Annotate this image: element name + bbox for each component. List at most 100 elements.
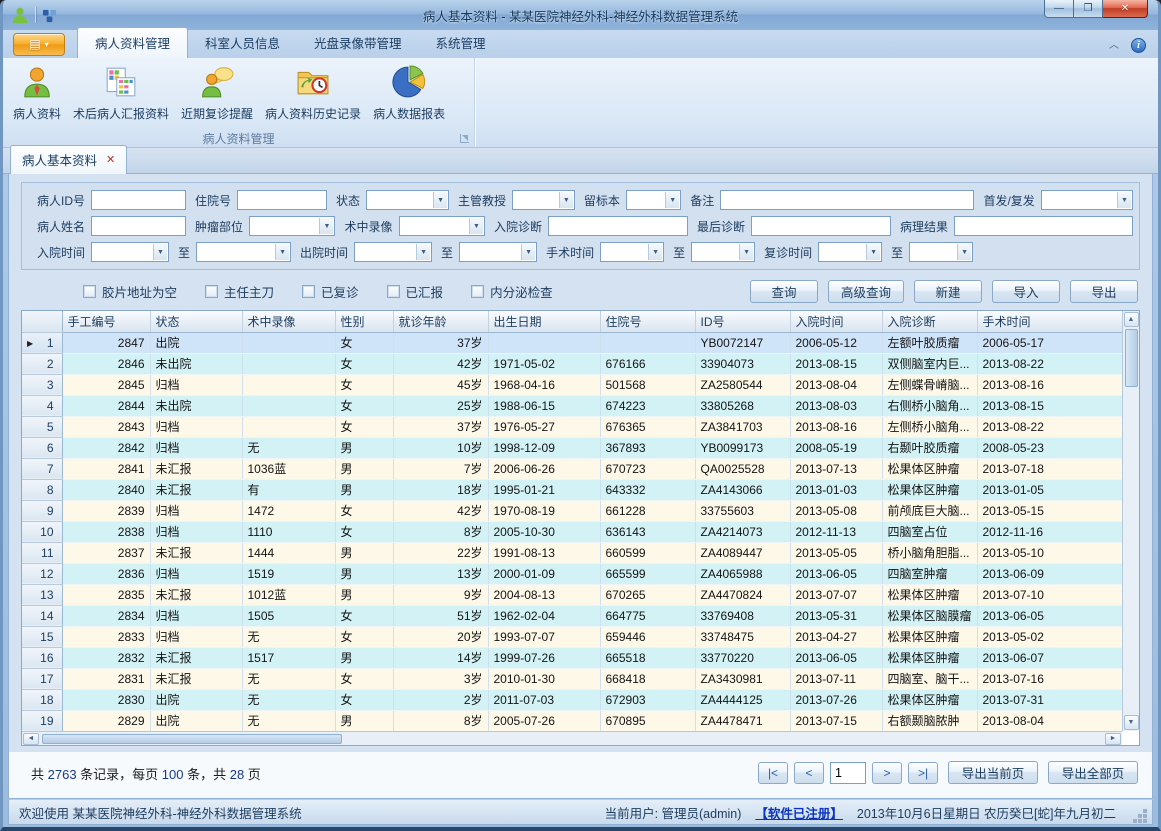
table-row[interactable]: 42844未出院女25岁1988-06-15674223338052682013… <box>22 395 1122 416</box>
export-all-pages-button[interactable]: 导出全部页 <box>1048 761 1138 784</box>
table-row[interactable]: 32845归档女45岁1968-04-16501568ZA25805442013… <box>22 374 1122 395</box>
next-page-button[interactable]: > <box>872 762 902 784</box>
column-header[interactable]: 性别 <box>335 311 393 332</box>
minimize-button[interactable]: — <box>1044 0 1074 18</box>
ribbon-tab[interactable]: 病人资料管理 <box>77 27 188 58</box>
table-row[interactable]: 162832未汇报1517男14岁1999-07-266655183377022… <box>22 647 1122 668</box>
column-header[interactable]: 住院号 <box>600 311 695 332</box>
page-number-input[interactable] <box>830 762 866 784</box>
filter-select[interactable]: ▼ <box>626 190 681 210</box>
filter-select[interactable]: ▼ <box>909 242 973 262</box>
column-header[interactable]: 入院时间 <box>790 311 882 332</box>
checkbox-已复诊[interactable]: 已复诊 <box>302 282 359 301</box>
checkbox-box-icon[interactable] <box>205 285 218 298</box>
table-row[interactable]: 192829出院无男8岁2005-07-26670895ZA4478471201… <box>22 710 1122 731</box>
first-page-button[interactable]: |< <box>758 762 788 784</box>
column-header[interactable]: 出生日期 <box>488 311 600 332</box>
collapse-ribbon-icon[interactable]: ︿ <box>1109 42 1119 50</box>
checkbox-box-icon[interactable] <box>83 285 96 298</box>
checkbox-box-icon[interactable] <box>302 285 315 298</box>
tab-close-icon[interactable]: ✕ <box>106 155 115 165</box>
horizontal-scroll-thumb[interactable] <box>42 734 342 744</box>
row-selector-cell[interactable]: 5 <box>22 416 62 437</box>
table-row[interactable]: 72841未汇报1036蓝男7岁2006-06-26670723QA002552… <box>22 458 1122 479</box>
row-selector-cell[interactable]: 13 <box>22 584 62 605</box>
scroll-down-icon[interactable]: ▼ <box>1124 715 1139 730</box>
filter-input[interactable] <box>751 216 891 236</box>
row-selector-cell[interactable]: 2 <box>22 353 62 374</box>
row-selector-cell[interactable]: 8 <box>22 479 62 500</box>
maximize-button[interactable]: ❐ <box>1074 0 1103 18</box>
vertical-scroll-thumb[interactable] <box>1125 329 1138 387</box>
row-selector-cell[interactable]: 7 <box>22 458 62 479</box>
filter-input[interactable] <box>720 190 974 210</box>
column-header[interactable]: 入院诊断 <box>882 311 977 332</box>
ribbon-tab[interactable]: 科室人员信息 <box>188 28 297 58</box>
prev-page-button[interactable]: < <box>794 762 824 784</box>
row-selector-cell[interactable]: 4 <box>22 395 62 416</box>
ribbon-button-postop-report[interactable]: 术后病人汇报资料 <box>67 61 175 130</box>
row-selector-cell[interactable]: 19 <box>22 710 62 731</box>
query-button[interactable]: 查询 <box>750 280 818 303</box>
filter-select[interactable]: ▼ <box>1041 190 1133 210</box>
filter-select[interactable]: ▼ <box>91 242 169 262</box>
row-selector-cell[interactable]: 15 <box>22 626 62 647</box>
table-row[interactable]: 22846未出院女42岁1971-05-02676166339040732013… <box>22 353 1122 374</box>
checkbox-内分泌检查[interactable]: 内分泌检查 <box>471 282 553 301</box>
export-button[interactable]: 导出 <box>1070 280 1138 303</box>
advanced-query-button[interactable]: 高级查询 <box>828 280 904 303</box>
table-row[interactable]: 152833归档无女20岁1993-07-0765944633748475201… <box>22 626 1122 647</box>
checkbox-胶片地址为空[interactable]: 胶片地址为空 <box>83 282 177 301</box>
vertical-scrollbar[interactable]: ▲ ▼ <box>1122 311 1139 731</box>
row-selector-cell[interactable]: 18 <box>22 689 62 710</box>
column-header[interactable]: 就诊年龄 <box>393 311 488 332</box>
table-row[interactable]: 182830出院无女2岁2011-07-03672903ZA4444125201… <box>22 689 1122 710</box>
scroll-left-icon[interactable]: ◄ <box>23 733 39 745</box>
filter-input[interactable] <box>237 190 327 210</box>
table-row[interactable]: 62842归档无男10岁1998-12-09367893YB0099173200… <box>22 437 1122 458</box>
quick-access-layout-icon[interactable] <box>42 8 57 23</box>
column-header[interactable]: 状态 <box>150 311 242 332</box>
scroll-up-icon[interactable]: ▲ <box>1124 312 1139 327</box>
table-row[interactable]: 142834归档1505女51岁1962-02-0466477533769408… <box>22 605 1122 626</box>
last-page-button[interactable]: >| <box>908 762 938 784</box>
row-selector-cell[interactable]: ▶1 <box>22 332 62 353</box>
checkbox-主任主刀[interactable]: 主任主刀 <box>205 282 274 301</box>
table-row[interactable]: 112837未汇报1444男22岁1991-08-13660599ZA40894… <box>22 542 1122 563</box>
column-header[interactable]: 手工编号 <box>62 311 150 332</box>
close-button[interactable]: ✕ <box>1103 0 1148 18</box>
filter-select[interactable]: ▼ <box>399 216 485 236</box>
table-row[interactable]: ▶12847出院女37岁YB00721472006-05-12左额叶胶质瘤200… <box>22 332 1122 353</box>
filter-select[interactable]: ▼ <box>196 242 291 262</box>
table-row[interactable]: 82840未汇报有男18岁1995-01-21643332ZA414306620… <box>22 479 1122 500</box>
checkbox-box-icon[interactable] <box>387 285 400 298</box>
table-row[interactable]: 132835未汇报1012蓝男9岁2004-08-13670265ZA44708… <box>22 584 1122 605</box>
ribbon-tab[interactable]: 光盘录像带管理 <box>297 28 419 58</box>
filter-input[interactable] <box>91 190 186 210</box>
resize-grip-icon[interactable] <box>1138 814 1142 818</box>
row-selector-cell[interactable]: 16 <box>22 647 62 668</box>
table-row[interactable]: 122836归档1519男13岁2000-01-09665599ZA406598… <box>22 563 1122 584</box>
row-selector-cell[interactable]: 12 <box>22 563 62 584</box>
table-row[interactable]: 172831未汇报无女3岁2010-01-30668418ZA343098120… <box>22 668 1122 689</box>
filter-input[interactable] <box>548 216 688 236</box>
filter-select[interactable]: ▼ <box>691 242 755 262</box>
ribbon-button-history-folder[interactable]: 病人资料历史记录 <box>259 61 367 130</box>
filter-select[interactable]: ▼ <box>354 242 432 262</box>
row-selector-cell[interactable]: 3 <box>22 374 62 395</box>
checkbox-已汇报[interactable]: 已汇报 <box>387 282 444 301</box>
row-selector-cell[interactable]: 11 <box>22 542 62 563</box>
column-header[interactable]: 术中录像 <box>242 311 335 332</box>
application-menu-button[interactable]: ▤ ▾ <box>13 33 65 56</box>
column-header[interactable]: 手术时间 <box>977 311 1122 332</box>
row-selector-cell[interactable]: 10 <box>22 521 62 542</box>
import-button[interactable]: 导入 <box>992 280 1060 303</box>
row-selector-cell[interactable]: 6 <box>22 437 62 458</box>
filter-select[interactable]: ▼ <box>512 190 575 210</box>
title-bar[interactable]: 病人基本资料 - 某某医院神经外科-神经外科数据管理系统 —❐✕ <box>3 0 1158 30</box>
ribbon-tab[interactable]: 系统管理 <box>419 28 503 58</box>
filter-select[interactable]: ▼ <box>818 242 882 262</box>
filter-select[interactable]: ▼ <box>249 216 335 236</box>
dialog-launcher-icon[interactable] <box>460 134 469 143</box>
row-selector-cell[interactable]: 17 <box>22 668 62 689</box>
